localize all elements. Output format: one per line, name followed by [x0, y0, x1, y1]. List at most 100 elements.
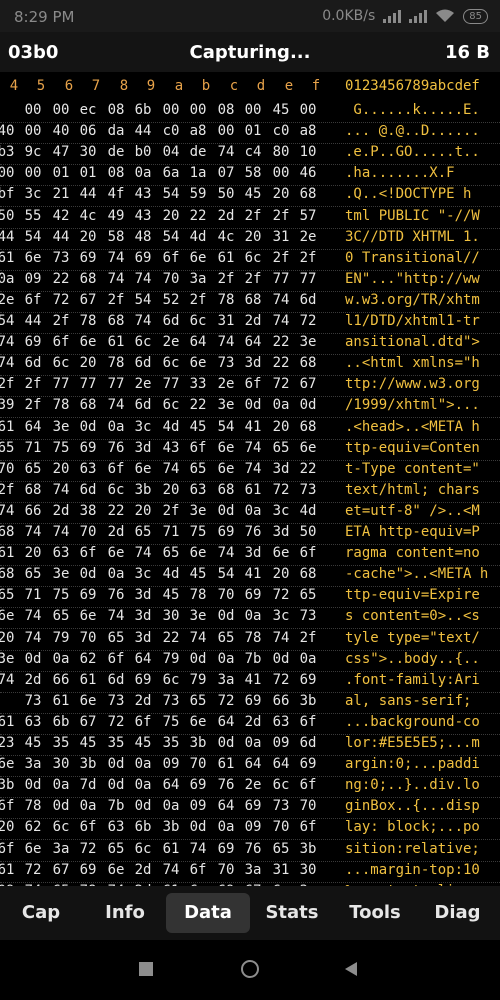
page-title: Capturing... — [189, 42, 311, 63]
hex-byte: 10 — [299, 144, 317, 161]
hex-row[interactable]: 61 72 67 69 6e 2d 74 6f 70 3a 31 30 ...margin-top:10 — [0, 862, 500, 883]
hex-byte: 79 — [162, 650, 180, 667]
hex-row[interactable]: 61 64 3e 0d 0a 3c 4d 45 54 41 20 68 .<head>..<META h — [0, 419, 500, 440]
hex-byte: 2e — [0, 291, 15, 308]
hex-byte: c0 — [162, 123, 180, 140]
home-icon[interactable] — [241, 960, 259, 978]
hex-row[interactable]: 6f 78 0d 0a 7b 0d 0a 09 64 69 73 70 ginBox..{...disp — [0, 798, 500, 820]
hex-row[interactable]: 61 20 63 6f 6e 74 65 6e 74 3d 6e 6f ragma content=no — [0, 545, 500, 567]
cell-signal-icon — [383, 9, 402, 23]
hex-row[interactable]: 23 45 35 45 35 45 35 3b 0d 0a 09 6d lor:#E5E5E5;...m — [0, 735, 500, 756]
hex-byte: 6e — [189, 355, 207, 372]
hex-row[interactable]: 6f 6e 3a 72 65 6c 61 74 69 76 65 3b sition:relative; — [0, 841, 500, 862]
hex-row[interactable]: 70 65 20 63 6f 6e 74 65 6e 74 3d 22 t-Type content=" — [0, 461, 500, 482]
hex-row[interactable]: 6e 3a 30 3b 0d 0a 09 70 61 64 64 69 argin:0;...paddi — [0, 756, 500, 778]
tab-tools[interactable]: Tools — [335, 893, 415, 933]
tab-stats[interactable]: Stats — [250, 893, 334, 933]
tab-info[interactable]: Info — [95, 893, 155, 933]
hex-byte: 46 — [299, 165, 317, 182]
hex-row[interactable]: 44 54 44 20 58 48 54 4d 4c 20 31 2e 3C//DTD XHTML 1. — [0, 229, 500, 250]
hex-byte: 76 — [244, 524, 262, 540]
tab-diag[interactable]: Diag — [420, 893, 495, 933]
hex-byte: 20 — [134, 502, 152, 519]
hex-byte: 6f — [52, 334, 70, 351]
hex-byte: 0a — [299, 650, 317, 667]
hex-byte: 65 — [107, 629, 125, 646]
hex-byte: 2f — [162, 502, 180, 519]
hex-row[interactable]: 74 2d 66 61 6d 69 6c 79 3a 41 72 69 .font-family:Ari — [0, 672, 500, 693]
hex-byte: 49 — [107, 207, 125, 224]
hex-row[interactable]: b3 9c 47 30 de b0 04 de 74 c4 80 10 .e.P..GO.....t.. — [0, 144, 500, 166]
hex-row[interactable]: 20 74 79 70 65 3d 22 74 65 78 74 2f tyle type="text/ — [0, 630, 500, 651]
ascii-text: w.w3.org/TR/xhtm — [345, 291, 480, 308]
hex-column-label: b — [201, 78, 211, 94]
hex-byte: 6f — [299, 777, 317, 794]
hex-byte: 2f — [107, 291, 125, 308]
hex-byte: 65 — [299, 587, 317, 604]
hex-byte: 40 — [52, 123, 70, 140]
hex-byte: 74 — [162, 460, 180, 477]
hex-byte: 74 — [189, 840, 207, 857]
hex-row[interactable]: 20 62 6c 6f 63 6b 3b 0d 0a 09 70 6f lay: block;...po — [0, 819, 500, 841]
ascii-text: al, sans-serif; — [345, 692, 472, 709]
hex-row[interactable]: 54 44 2f 78 68 74 6d 6c 31 2d 74 72 l1/DTD/xhtml1-tr — [0, 313, 500, 334]
hex-row[interactable]: 65 71 75 69 76 3d 45 78 70 69 72 65 ttp-equiv=Expire — [0, 587, 500, 609]
hex-byte: 64 — [24, 418, 42, 435]
hex-row[interactable]: 74 66 2d 38 22 20 2f 3e 0d 0a 3c 4d et=utf-8" />..<M — [0, 503, 500, 524]
hex-row[interactable]: 61 63 6b 67 72 6f 75 6e 64 2d 63 6f ...background-co — [0, 714, 500, 735]
hex-byte: 30 — [52, 756, 70, 773]
hex-row[interactable]: 50 55 42 4c 49 43 20 22 2d 2f 2f 57 tml PUBLIC "-//W — [0, 208, 500, 229]
tab-cap[interactable]: Cap — [12, 893, 70, 933]
hex-dump-view[interactable]: 0123456789abcdef 456789abcdef 00 00 ec 08 6b… — [0, 72, 500, 886]
recents-icon[interactable] — [139, 962, 153, 976]
hex-row[interactable]: 3e 0d 0a 62 6f 64 79 0d 0a 7b 0d 0a css">..body..{.. — [0, 651, 500, 672]
hex-row[interactable]: 2e 6f 72 67 2f 54 52 2f 78 68 74 6d w.w3.org/TR/xhtm — [0, 292, 500, 313]
hex-byte: 0a — [244, 735, 262, 751]
hex-row[interactable]: bf 3c 21 44 4f 43 54 59 50 45 20 68 .Q..<!DOCTYPE h — [0, 186, 500, 208]
hex-row[interactable]: 65 71 75 69 76 3d 43 6f 6e 74 65 6e ttp-equiv=Conten — [0, 440, 500, 461]
hex-column-label: 6 — [64, 78, 74, 94]
wifi-icon — [436, 9, 455, 22]
hex-byte: 67 — [79, 291, 97, 308]
hex-byte: 09 — [24, 270, 42, 287]
hex-byte: 2e — [299, 228, 317, 245]
hex-byte: da — [107, 123, 125, 140]
tab-data[interactable]: Data — [166, 893, 250, 933]
hex-row[interactable]: 3b 0d 0a 7d 0d 0a 64 69 76 2e 6c 6f ng:0;..}..div.lo — [0, 777, 500, 799]
hex-row[interactable]: 6e 74 65 6e 74 3d 30 3e 0d 0a 3c 73 s content=0>..<s — [0, 608, 500, 630]
hex-row[interactable]: 2f 2f 77 77 77 2e 77 33 2e 6f 72 67 ttp://www.w3.org — [0, 376, 500, 398]
hex-row[interactable]: 68 65 3e 0d 0a 3c 4d 45 54 41 20 68 -cache">..<META … — [0, 566, 500, 588]
hex-byte: c4 — [244, 144, 262, 161]
hex-byte: 0d — [217, 735, 235, 751]
hex-byte: 70 — [0, 460, 15, 477]
hex-byte: 68 — [79, 270, 97, 287]
hex-byte: 31 — [217, 313, 235, 329]
hex-byte: 0a — [52, 777, 70, 794]
hex-row[interactable]: 39 2f 78 68 74 6d 6c 22 3e 0d 0a 0d/1999/xhtml">... — [0, 397, 500, 419]
hex-row[interactable]: 00 00 01 01 08 0a 6a 1a 07 58 00 46 .ha.......X.F — [0, 165, 500, 187]
hex-byte: 44 — [134, 123, 152, 140]
hex-byte: 6e — [24, 840, 42, 857]
hex-row[interactable]: 61 6e 73 69 74 69 6f 6e 61 6c 2f 2f 0 Transitional// — [0, 250, 500, 271]
hex-byte: 22 — [107, 502, 125, 519]
hex-row[interactable]: 00 00 ec 08 6b 00 00 08 00 45 00 G......k.....E. — [0, 102, 500, 123]
hex-byte: 6c — [52, 819, 70, 836]
hex-row[interactable]: 2f 68 74 6d 6c 3b 20 63 68 61 72 73 text/html; chars — [0, 482, 500, 503]
hex-row[interactable]: 0a 09 22 68 74 74 70 3a 2f 2f 77 77 EN"..."http://ww — [0, 271, 500, 292]
hex-row[interactable]: 74 69 6f 6e 61 6c 2e 64 74 64 22 3e ansitional.dtd"> — [0, 334, 500, 356]
hex-byte: 65 — [272, 439, 290, 456]
ascii-text: css">..body..{.. — [345, 650, 480, 667]
hex-byte: 6e — [217, 439, 235, 456]
hex-row[interactable]: 40 00 40 06 da 44 c0 a8 00 01 c0 a8 ... @.@..D...... — [0, 123, 500, 145]
ascii-text: ansitional.dtd"> — [345, 334, 480, 351]
hex-row[interactable]: 73 61 6e 73 2d 73 65 72 69 66 3b al, sans-serif; — [0, 693, 500, 714]
hex-row[interactable]: 74 6d 6c 20 78 6d 6c 6e 73 3d 22 68 ..<html xmlns="h — [0, 355, 500, 377]
hex-byte: 54 — [217, 418, 235, 435]
hex-row[interactable]: 68 74 74 70 2d 65 71 75 69 76 3d 50 ETA http-equiv=P — [0, 524, 500, 545]
hex-byte: 54 — [0, 313, 15, 329]
title-bar: Capturing... 03b0 16 B — [0, 32, 500, 72]
back-icon[interactable] — [345, 962, 357, 976]
network-speed: 0.0KB/s — [322, 8, 376, 24]
hex-byte: 61 — [0, 861, 15, 878]
ascii-text: ...margin-top:10 — [345, 861, 480, 878]
